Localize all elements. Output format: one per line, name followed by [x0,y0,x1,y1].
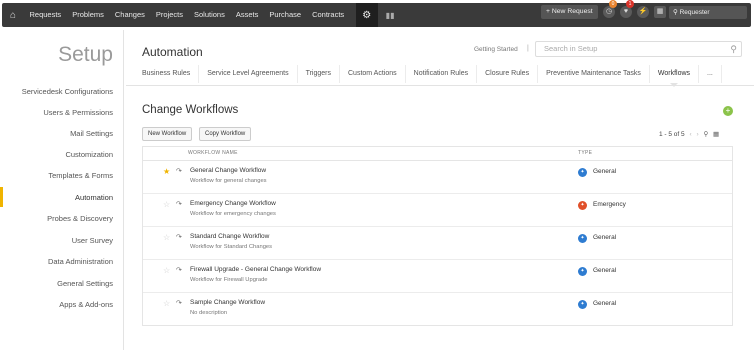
workflow-table: Workflow Name Type ★ ↷ General Change Work… [142,146,733,326]
new-request-button[interactable]: + New Request [541,5,598,19]
sidebar-item-mail-settings[interactable]: Mail Settings [70,129,113,138]
star-icon[interactable]: ☆ [163,299,170,308]
star-icon[interactable]: ☆ [163,233,170,242]
setup-search-placeholder: Search in Setup [544,44,598,53]
content-title: Change Workflows [142,104,239,116]
page-title: Automation [142,45,203,59]
workflow-name[interactable]: Firewall Upgrade - General Change Workfl… [190,266,321,273]
workflow-description: Workflow for general changes [190,178,267,184]
lightning-icon[interactable]: ⚡ [637,6,649,18]
sidebar-item-probes-discovery[interactable]: Probes & Discovery [47,214,113,223]
tab-workflows[interactable]: Workflows [650,65,700,87]
workflow-type: General [593,267,617,274]
copy-workflow-button[interactable]: Copy Workflow [199,127,252,141]
type-icon: ✦ [578,234,587,243]
nav-projects[interactable]: Projects [150,3,188,27]
pagination-range: 1 - 5 of 5 [659,131,685,138]
reports-icon[interactable]: ▮▮ [386,11,395,20]
tab-triggers[interactable]: Triggers [298,65,340,83]
pagination: 1 - 5 of 5 ‹ › ⚲ ▦ [659,130,719,138]
table-row[interactable]: ☆ ↷ Standard Change Workflow Workflow for S… [143,227,732,260]
table-header: Workflow Name Type [143,147,732,161]
workflow-link-icon[interactable]: ↷ [176,200,182,208]
sidebar-item-apps-addons[interactable]: Apps & Add-ons [59,300,113,309]
gear-icon[interactable]: ⚙ [355,3,378,27]
sidebar-item-data-administration[interactable]: Data Administration [48,257,113,266]
clock-icon[interactable]: ◷ 0 [603,0,617,18]
header-separator: | [527,45,529,52]
workflow-link-icon[interactable]: ↷ [176,167,182,175]
nav-purchase[interactable]: Purchase [264,3,307,27]
setup-title: Setup [58,43,113,66]
sidebar-item-servicedesk-configurations[interactable]: Servicedesk Configurations [22,87,113,96]
automation-tabs: Business Rules Service Level Agreements … [126,64,754,87]
add-icon[interactable]: + [723,106,733,116]
nav-problems[interactable]: Problems [67,3,110,27]
sidebar-item-general-settings[interactable]: General Settings [57,279,113,288]
workflow-type: General [593,300,617,307]
table-row[interactable]: ★ ↷ General Change Workflow Workflow for ge… [143,161,732,194]
nav-assets[interactable]: Assets [230,3,264,27]
calendar-icon[interactable]: ▦ [654,6,666,18]
workflow-name[interactable]: Emergency Change Workflow [190,200,276,207]
notification-badge: 1 [626,0,634,8]
star-icon[interactable]: ☆ [163,200,170,209]
tab-preventive-maintenance-tasks[interactable]: Preventive Maintenance Tasks [538,65,650,83]
table-row[interactable]: ☆ ↷ Sample Change Workflow No description ✦ G… [143,293,732,326]
star-icon[interactable]: ★ [163,167,170,176]
nav-changes[interactable]: Changes [109,3,150,27]
workflow-name[interactable]: General Change Workflow [190,167,266,174]
tab-business-rules[interactable]: Business Rules [126,65,200,83]
workflow-type: General [593,168,617,175]
column-header-type[interactable]: Type [578,150,592,156]
search-icon[interactable]: ⚲ [730,42,737,56]
tab-more[interactable]: ... [699,65,722,83]
workflow-description: No description [190,310,228,316]
sidebar-item-users-permissions[interactable]: Users & Permissions [43,108,113,117]
table-row[interactable]: ☆ ↷ Firewall Upgrade - General Change Work… [143,260,732,293]
type-icon: ✦ [578,300,587,309]
columns-icon[interactable]: ▦ [713,131,719,138]
active-indicator [0,187,3,207]
nav-solutions[interactable]: Solutions [189,3,231,27]
sidebar-item-user-survey[interactable]: User Survey [72,236,113,245]
type-icon: ✦ [578,201,587,210]
workflow-link-icon[interactable]: ↷ [176,266,182,274]
next-page-icon[interactable]: › [696,131,698,138]
home-icon[interactable]: ⌂ [2,3,24,27]
workflow-type: Emergency [593,201,626,208]
workflow-description: Workflow for Firewall Upgrade [190,277,268,283]
workflow-description: Workflow for Standard Changes [190,244,273,250]
setup-sidebar: Setup Servicedesk Configurations Users &… [0,30,124,350]
tab-notification-rules[interactable]: Notification Rules [406,65,478,83]
nav-requests[interactable]: Requests [24,3,67,27]
tab-custom-actions[interactable]: Custom Actions [340,65,406,83]
type-icon: ✦ [578,267,587,276]
workflow-type: General [593,234,617,241]
getting-started-link[interactable]: Getting Started [474,46,518,53]
column-header-name[interactable]: Workflow Name [188,150,238,156]
workflow-link-icon[interactable]: ↷ [176,233,182,241]
setup-search-input[interactable]: Search in Setup ⚲ [535,41,742,57]
sidebar-item-automation[interactable]: Automation [75,193,113,202]
bell-icon[interactable]: ♥ 1 [620,0,634,18]
requester-search-label: Requester [679,9,710,16]
reminder-badge: 0 [609,0,617,8]
table-row[interactable]: ☆ ↷ Emergency Change Workflow Workflow for … [143,194,732,227]
workflow-name[interactable]: Sample Change Workflow [190,299,265,306]
workflow-link-icon[interactable]: ↷ [176,299,182,307]
requester-search[interactable]: ⚲ Requester [669,6,747,19]
workflow-name[interactable]: Standard Change Workflow [190,233,269,240]
star-icon[interactable]: ☆ [163,266,170,275]
nav-contracts[interactable]: Contracts [307,3,350,27]
sidebar-item-customization[interactable]: Customization [65,150,113,159]
tab-closure-rules[interactable]: Closure Rules [477,65,539,83]
search-icon[interactable]: ⚲ [703,131,708,138]
sidebar-item-templates-forms[interactable]: Templates & Forms [48,171,113,180]
prev-page-icon[interactable]: ‹ [689,131,691,138]
workflow-description: Workflow for emergency changes [190,211,276,217]
type-icon: ✦ [578,168,587,177]
tab-service-level-agreements[interactable]: Service Level Agreements [199,65,298,83]
new-workflow-button[interactable]: New Workflow [142,127,193,141]
